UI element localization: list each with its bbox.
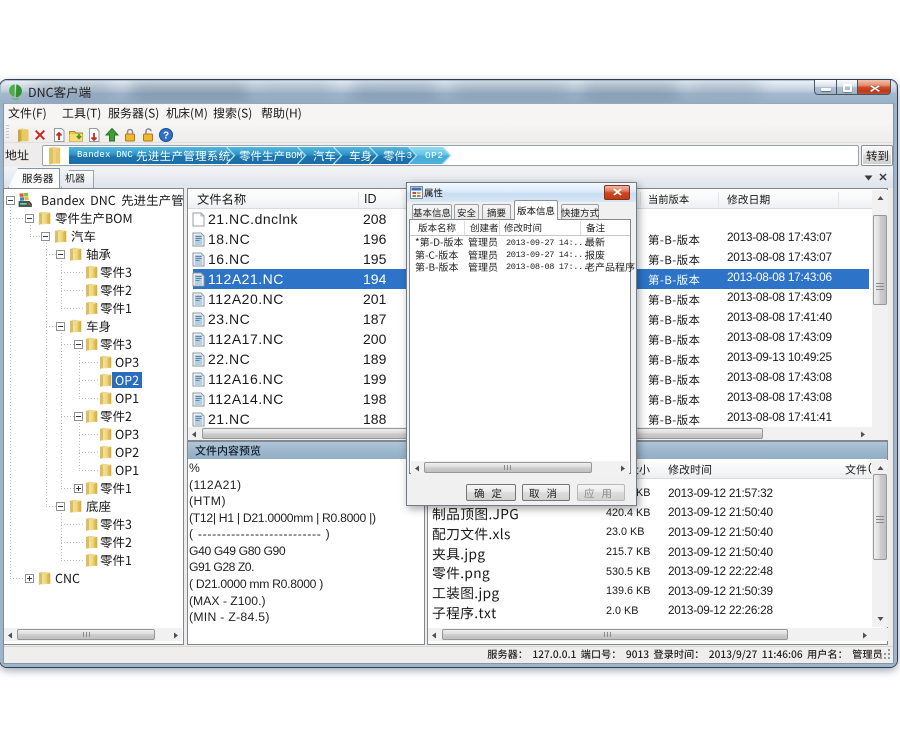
svg-text:?: ? <box>163 131 169 142</box>
